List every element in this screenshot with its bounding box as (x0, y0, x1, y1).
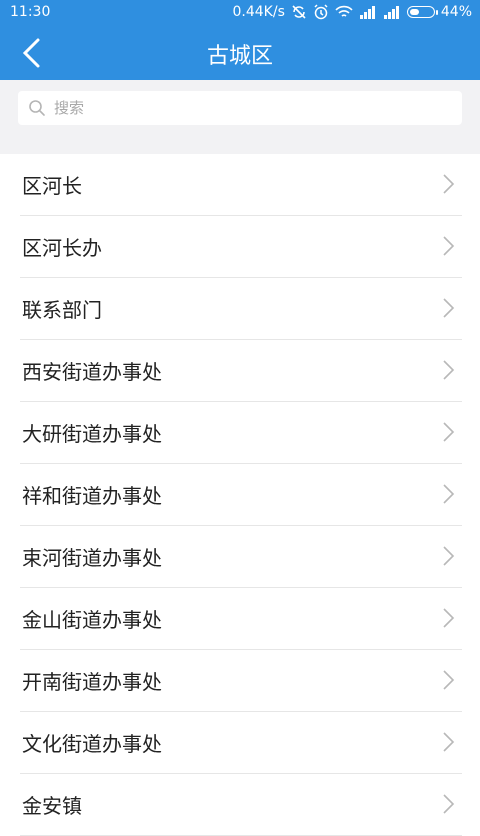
list-item-label: 大研街道办事处 (22, 422, 162, 446)
list-item[interactable]: 金山街道办事处 (20, 588, 462, 650)
section-gap (0, 138, 480, 154)
list-item-label: 区河长 (22, 174, 82, 198)
search-input[interactable] (52, 98, 446, 118)
chevron-right-icon (443, 298, 455, 318)
list-item-label: 束河街道办事处 (22, 546, 162, 570)
page-title: 古城区 (206, 44, 273, 69)
list-item-label: 祥和街道办事处 (22, 484, 162, 508)
chevron-right-icon (443, 360, 455, 380)
signal-icon-2 (383, 6, 399, 19)
list-item[interactable]: 祥和街道办事处 (20, 464, 462, 526)
battery-icon (406, 6, 438, 18)
list-item[interactable]: 文化街道办事处 (20, 712, 462, 774)
sync-off-icon (292, 5, 306, 19)
nav-bar: 古城区 (0, 26, 480, 80)
network-speed: 0.44K/s (232, 4, 285, 20)
top-bar: 11:30 0.44K/s 44% 古城区 (0, 0, 480, 80)
chevron-right-icon (443, 236, 455, 256)
chevron-right-icon (443, 546, 455, 566)
list-item[interactable]: 联系部门 (20, 278, 462, 340)
list-item-label: 区河长办 (22, 236, 102, 260)
search-icon (29, 100, 45, 116)
chevron-right-icon (443, 794, 455, 814)
search-box[interactable] (18, 91, 462, 125)
list-item-label: 西安街道办事处 (22, 360, 162, 384)
list-item[interactable]: 金安镇 (20, 774, 462, 836)
chevron-right-icon (443, 670, 455, 690)
battery-percent: 44% (440, 4, 472, 20)
list-item[interactable]: 区河长办 (20, 216, 462, 278)
chevron-right-icon (443, 608, 455, 628)
chevron-right-icon (443, 732, 455, 752)
battery-fill (409, 9, 419, 15)
list-item[interactable]: 大研街道办事处 (20, 402, 462, 464)
alarm-icon (314, 4, 328, 20)
list-item-label: 金山街道办事处 (22, 608, 162, 632)
list-item-label: 联系部门 (22, 298, 102, 322)
list-item[interactable]: 西安街道办事处 (20, 340, 462, 402)
status-bar: 11:30 0.44K/s 44% (0, 0, 480, 26)
wifi-icon (335, 5, 353, 17)
list-item[interactable]: 束河街道办事处 (20, 526, 462, 588)
list-item[interactable]: 区河长 (20, 154, 462, 216)
list-item[interactable]: 开南街道办事处 (20, 650, 462, 712)
chevron-right-icon (443, 422, 455, 442)
search-area (0, 80, 480, 138)
list-item-label: 开南街道办事处 (22, 670, 162, 694)
status-time: 11:30 (10, 4, 51, 20)
list-item-label: 文化街道办事处 (22, 732, 162, 756)
chevron-right-icon (443, 174, 455, 194)
chevron-right-icon (443, 484, 455, 504)
status-icons: 0.44K/s 44% (233, 4, 473, 20)
org-list: 区河长区河长办联系部门西安街道办事处 大研街道办事处 祥和街道办事处 束河街道办事处金… (0, 154, 480, 836)
signal-icon (359, 6, 375, 19)
list-item-label: 金安镇 (22, 794, 82, 818)
